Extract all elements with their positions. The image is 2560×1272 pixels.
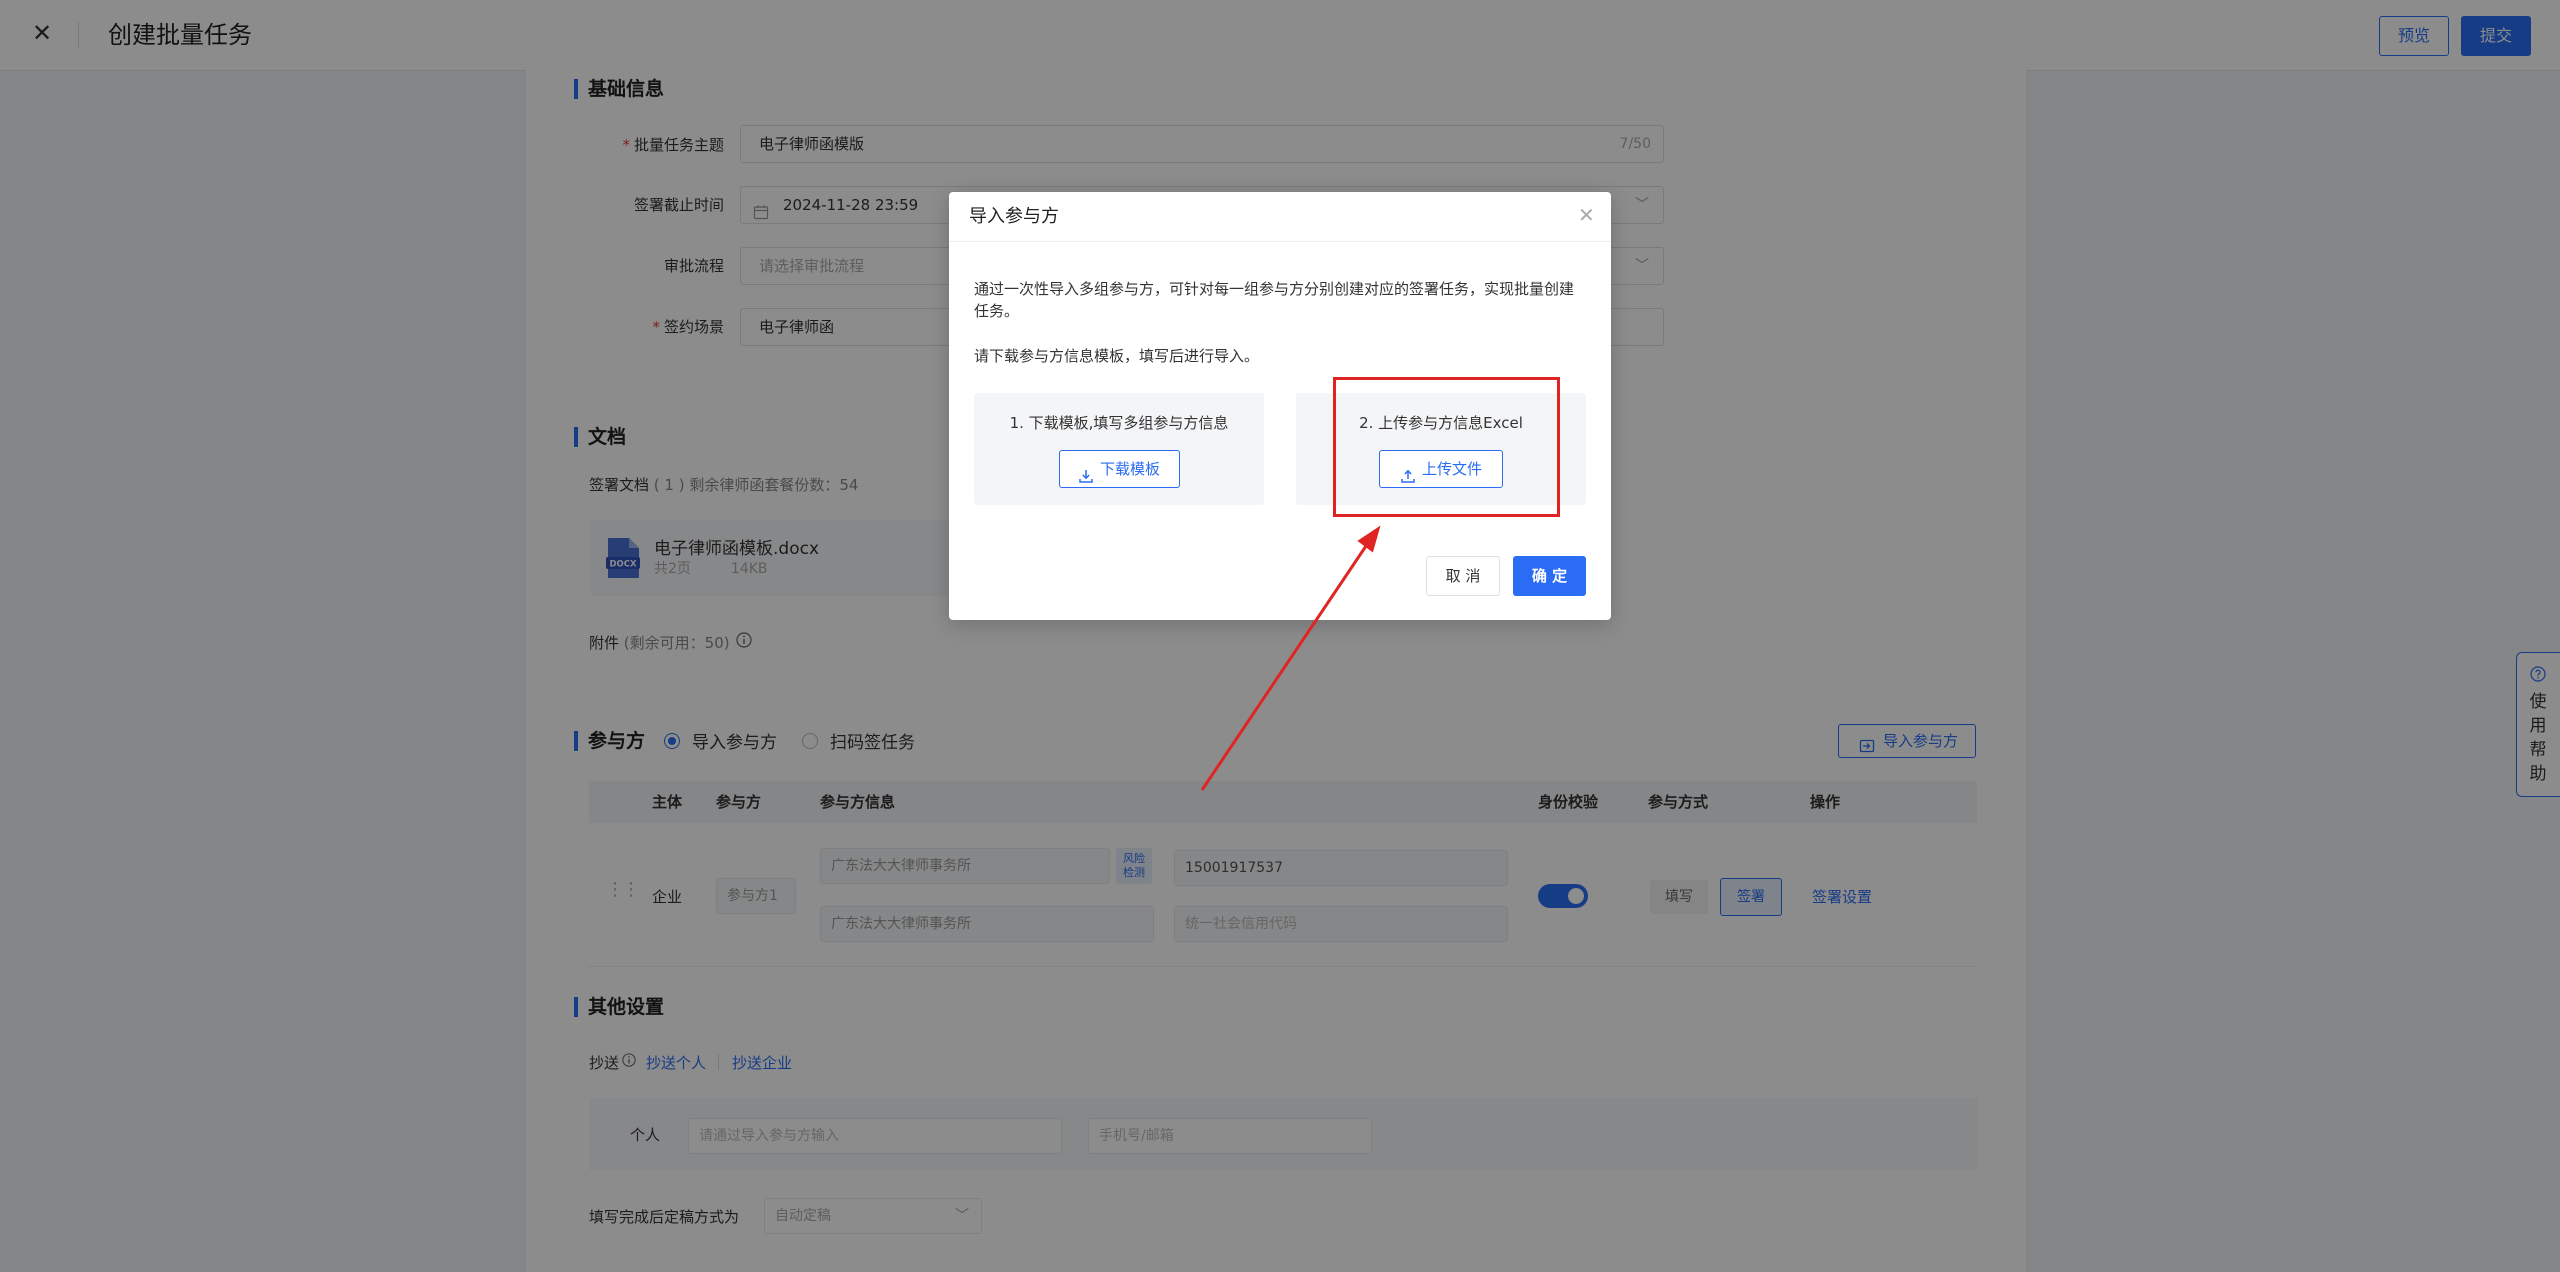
annotation-arrow bbox=[1200, 525, 1381, 791]
